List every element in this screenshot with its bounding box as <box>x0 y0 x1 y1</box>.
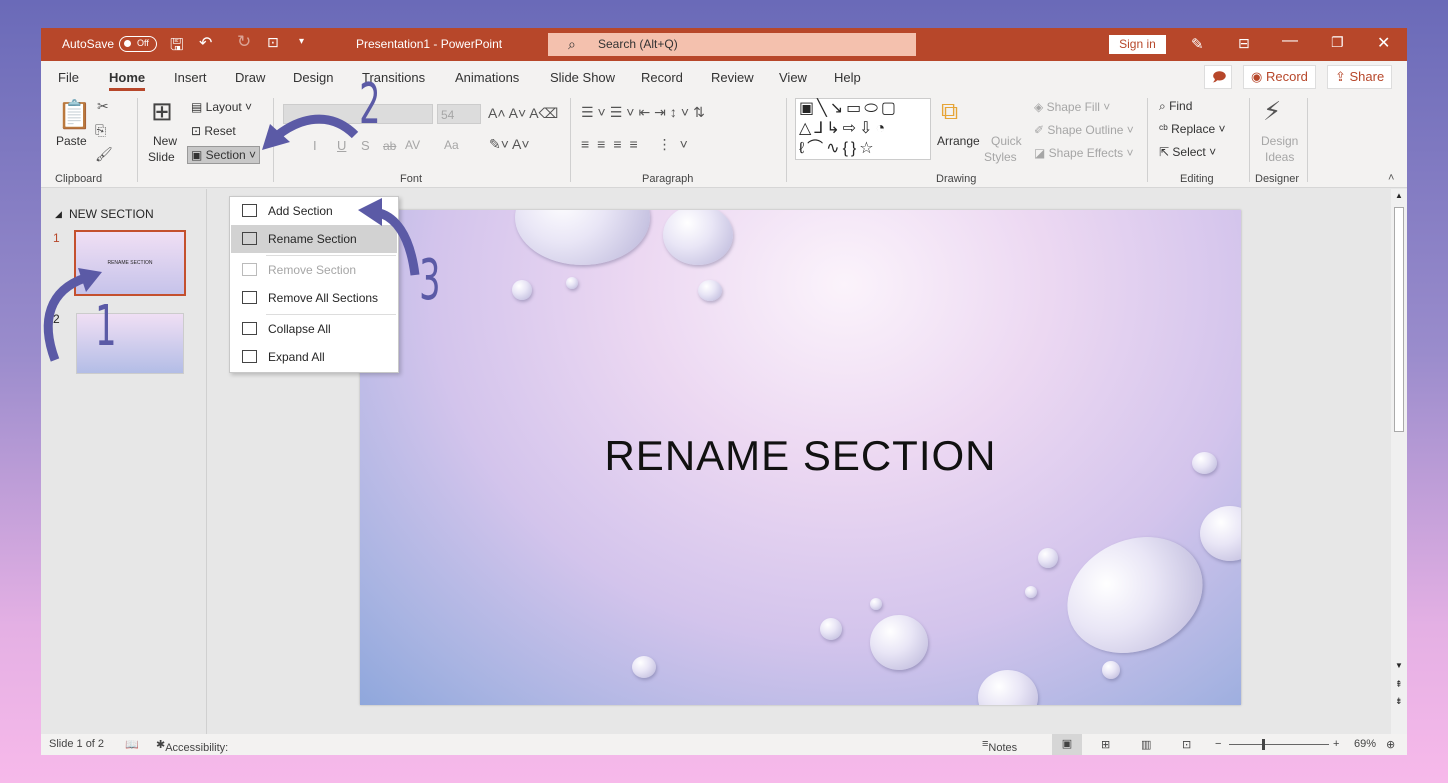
annotation-number-3: 3 <box>419 248 441 313</box>
arrow-1 <box>43 273 87 362</box>
arrow-2 <box>275 114 359 139</box>
arrowhead-3 <box>358 198 382 226</box>
annotation-number-1: 1 <box>95 294 117 359</box>
annotation-arrows <box>43 114 420 362</box>
annotation-number-2: 2 <box>359 72 381 137</box>
